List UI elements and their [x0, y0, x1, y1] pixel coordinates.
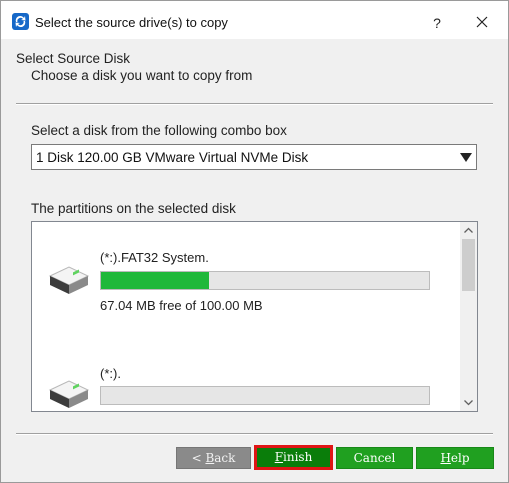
section-title: Select Source Disk — [16, 51, 131, 66]
help-title-button[interactable]: ? — [427, 13, 447, 33]
finish-label-rest: inish — [283, 450, 313, 464]
disk-select-label: Select a disk from the following combo b… — [31, 123, 287, 138]
title-bar: Select the source drive(s) to copy ? — [1, 1, 508, 39]
partition-name: (*:).FAT32 System. — [100, 250, 209, 265]
finish-button[interactable]: Finish — [254, 445, 333, 470]
partition-list-scrollbar[interactable] — [460, 222, 477, 411]
partition-list[interactable]: (*:).FAT32 System. 67.04 MB free of 100.… — [31, 221, 478, 412]
partition-usage-bar — [100, 271, 430, 290]
partition-usage-bar — [100, 386, 430, 405]
partition-name: (*:). — [100, 366, 121, 381]
dropdown-arrow-icon[interactable] — [460, 153, 472, 162]
disk-combo-box[interactable]: 1 Disk 120.00 GB VMware Virtual NVMe Dis… — [31, 144, 477, 170]
help-button[interactable]: Help — [416, 447, 494, 469]
partition-free-space: 67.04 MB free of 100.00 MB — [100, 298, 263, 313]
copy-source-dialog: Select the source drive(s) to copy ? Sel… — [0, 0, 509, 483]
hard-disk-icon — [48, 266, 90, 294]
scroll-up-icon[interactable] — [460, 222, 477, 239]
partition-usage-fill — [101, 272, 210, 289]
cancel-button[interactable]: Cancel — [336, 447, 413, 469]
disk-combo-value: 1 Disk 120.00 GB VMware Virtual NVMe Dis… — [36, 150, 309, 165]
help-mnemonic: H — [440, 451, 451, 465]
close-icon[interactable] — [471, 11, 493, 33]
section-subtitle: Choose a disk you want to copy from — [31, 68, 253, 83]
back-mnemonic: B — [205, 451, 215, 465]
header-divider — [16, 103, 493, 105]
footer-divider — [16, 433, 493, 435]
finish-mnemonic: F — [274, 450, 284, 464]
app-logo-icon — [12, 13, 29, 30]
back-label-rest: ack — [214, 451, 236, 465]
window-title: Select the source drive(s) to copy — [35, 15, 228, 30]
scrollbar-thumb[interactable] — [462, 239, 475, 291]
partitions-label: The partitions on the selected disk — [31, 201, 236, 216]
scroll-down-icon[interactable] — [460, 394, 477, 411]
help-label-rest: elp — [450, 451, 470, 465]
back-prefix: < — [191, 451, 206, 465]
back-button[interactable]: < Back — [176, 447, 251, 469]
hard-disk-icon — [48, 380, 90, 408]
